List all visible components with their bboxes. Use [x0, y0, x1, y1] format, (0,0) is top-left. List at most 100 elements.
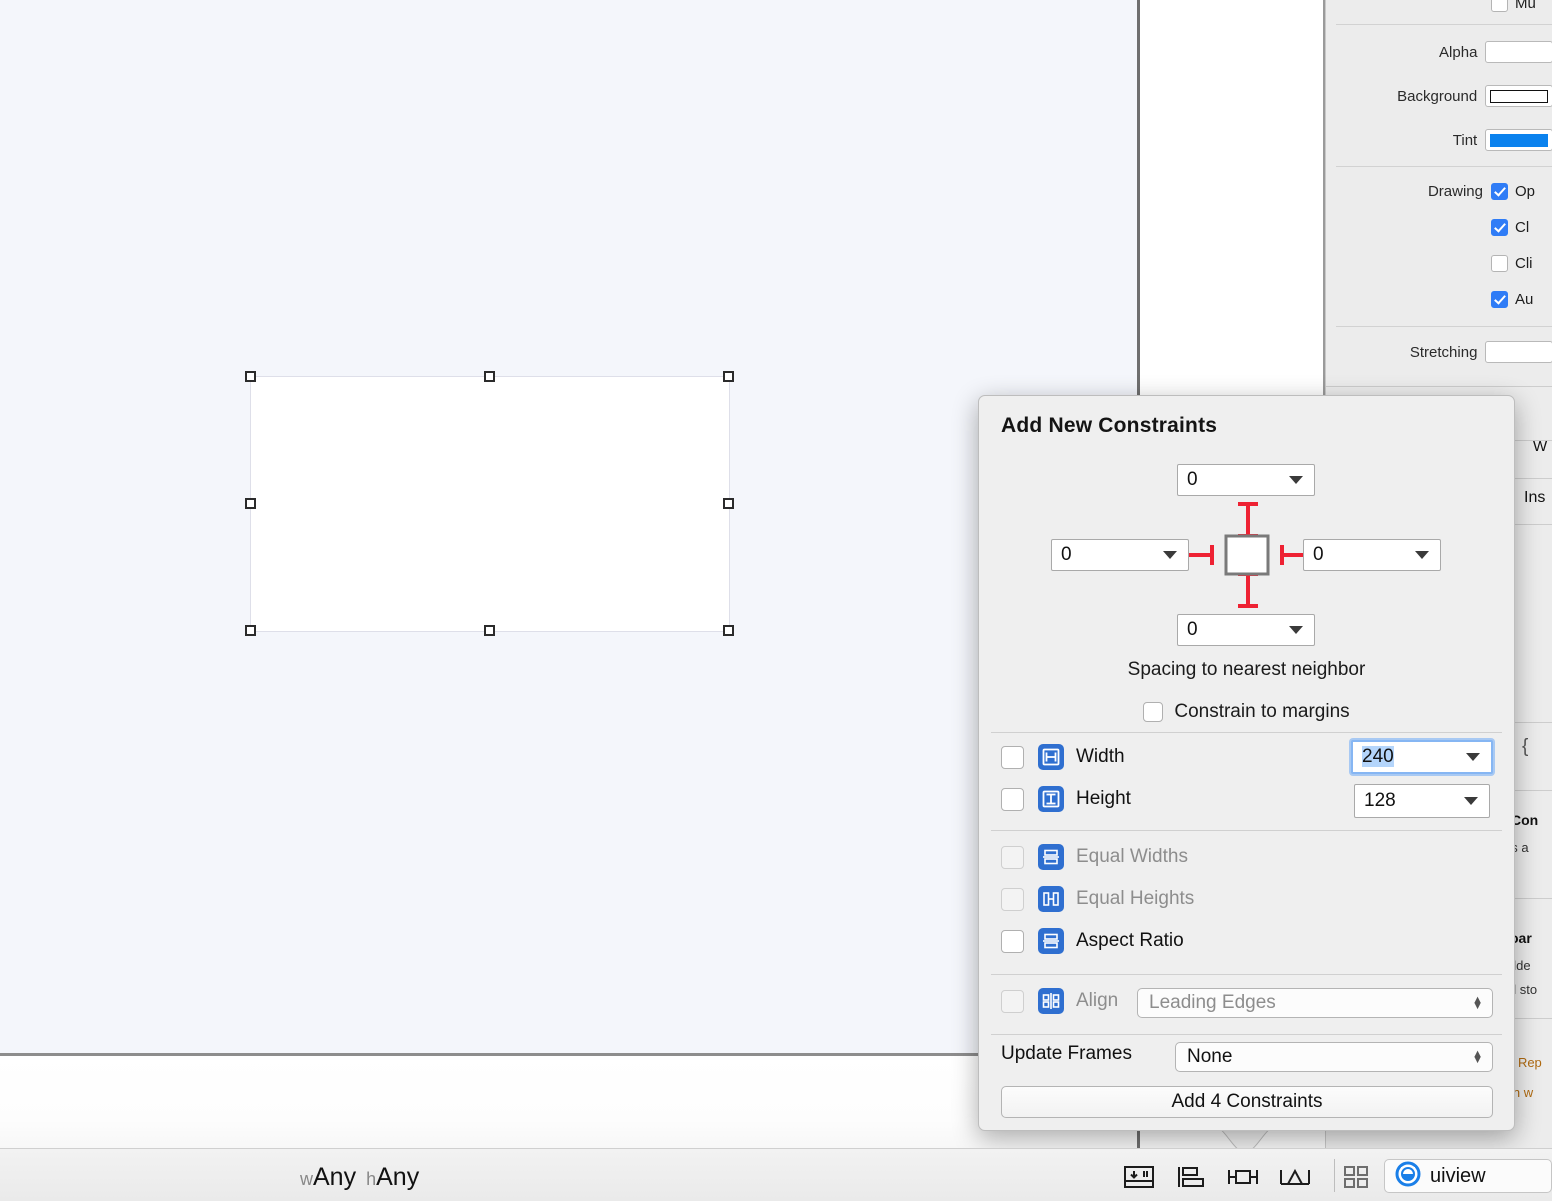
inspector-cut-label-opaque: Op	[1515, 183, 1536, 200]
constrain-to-margins-row[interactable]: Constrain to margins	[979, 701, 1514, 723]
checkbox-clears-graphics-context[interactable]	[1491, 219, 1508, 236]
selected-view-uiview[interactable]	[251, 377, 729, 631]
resize-handle-top-left[interactable]	[245, 371, 256, 382]
chevron-down-icon-bottom[interactable]	[1289, 626, 1303, 634]
update-frames-select[interactable]: None ▲ ▼	[1175, 1042, 1493, 1072]
popover-divider-1	[991, 732, 1502, 733]
inspector-row-drawing-opaque[interactable]: Drawing Op	[1326, 183, 1552, 200]
spacing-top-stepper[interactable]: 0	[1177, 464, 1315, 496]
spacing-trailing-stepper[interactable]: 0	[1303, 539, 1441, 571]
option-row-equal-heights[interactable]: Equal Heights	[1001, 886, 1194, 912]
uiview-object-icon	[1395, 1161, 1421, 1192]
resize-handle-top-center[interactable]	[484, 371, 495, 382]
checkbox-autoresize-subviews[interactable]	[1491, 291, 1508, 308]
inspector-divider-3	[1336, 326, 1552, 327]
checkbox-width-constraint[interactable]	[1001, 745, 1024, 769]
size-class-w-value: Any	[313, 1163, 357, 1191]
inspector-row-drawing-clip-subviews[interactable]: Cli	[1326, 255, 1552, 272]
chevron-down-icon-leading[interactable]	[1163, 551, 1177, 559]
aspect-ratio-icon	[1038, 928, 1064, 954]
inspector-label-background: Background	[1397, 87, 1478, 105]
add-constraints-button[interactable]: Add 4 Constraints	[1001, 1086, 1493, 1118]
chevron-updown-icon-update-frames[interactable]: ▲ ▼	[1472, 1049, 1483, 1066]
checkbox-equal-heights[interactable]	[1001, 887, 1024, 911]
spacing-top-value: 0	[1187, 469, 1198, 490]
equal-widths-icon	[1038, 844, 1064, 870]
editor-layout-icon[interactable]	[1342, 1164, 1376, 1192]
inspector-row-alpha[interactable]: Alpha	[1326, 41, 1552, 63]
inspector-row-drawing-autoresize[interactable]: Au	[1326, 291, 1552, 308]
canvas-area[interactable]	[0, 0, 1137, 1053]
resolve-auto-layout-issues-icon[interactable]	[1278, 1163, 1312, 1191]
spacing-caption: Spacing to nearest neighbor	[1127, 659, 1366, 680]
resize-handle-bottom-center[interactable]	[484, 625, 495, 636]
jump-bar-label: uiview	[1430, 1164, 1486, 1187]
spacing-bottom-value: 0	[1187, 619, 1198, 640]
chevron-down-icon-trailing[interactable]	[1415, 551, 1429, 559]
constraint-target-square	[1224, 534, 1270, 576]
inspector-cut-label-autoresize: Au	[1515, 291, 1534, 308]
checkbox-align[interactable]	[1001, 989, 1024, 1013]
checkbox-multiple-touch[interactable]	[1491, 0, 1508, 12]
spacing-bottom-stepper[interactable]: 0	[1177, 614, 1315, 646]
checkbox-opaque[interactable]	[1491, 183, 1508, 200]
inspector-label-stretching: Stretching	[1409, 343, 1478, 361]
resize-handle-middle-right[interactable]	[723, 498, 734, 509]
align-type-select[interactable]: Leading Edges ▲ ▼	[1137, 988, 1493, 1018]
option-label-height: Height	[1076, 788, 1131, 809]
inspector-row-stretching[interactable]: Stretching	[1326, 341, 1552, 363]
popover-divider-2	[991, 830, 1502, 831]
option-label-align: Align	[1076, 990, 1119, 1011]
checkbox-height-constraint[interactable]	[1001, 787, 1024, 811]
chevron-updown-icon-align[interactable]: ▲ ▼	[1472, 995, 1483, 1012]
resize-handle-bottom-right[interactable]	[723, 625, 734, 636]
stretching-field[interactable]	[1485, 341, 1552, 363]
bottom-toolbar: w Any h Any uiview	[0, 1148, 1552, 1201]
popover-divider-3	[991, 974, 1502, 975]
height-value: 128	[1364, 790, 1396, 811]
height-value-field[interactable]: 128	[1354, 784, 1490, 818]
tint-color-well[interactable]	[1485, 129, 1552, 151]
tint-color-swatch	[1490, 133, 1548, 147]
inspector-row-drawing-clears-context[interactable]: Cl	[1326, 219, 1552, 236]
width-value-field[interactable]: 240	[1351, 740, 1493, 774]
inspector-row-background[interactable]: Background	[1326, 85, 1552, 107]
checkbox-constrain-to-margins[interactable]	[1143, 702, 1164, 722]
add-new-constraints-popover[interactable]: Add New Constraints 0 0 0 0 Spacing to n…	[978, 395, 1515, 1131]
checkbox-equal-widths[interactable]	[1001, 845, 1024, 869]
option-row-align[interactable]: Align	[1001, 988, 1118, 1014]
inspector-cut-label-clip: Cli	[1515, 255, 1533, 272]
popover-divider-4	[991, 1034, 1502, 1035]
background-color-well[interactable]	[1485, 85, 1552, 107]
constraint-spacing-diagram[interactable]	[1172, 500, 1322, 610]
align-icon[interactable]	[1174, 1163, 1208, 1191]
inspector-label-alpha: Alpha	[1439, 43, 1478, 61]
option-row-aspect-ratio[interactable]: Aspect Ratio	[1001, 928, 1184, 954]
checkbox-aspect-ratio[interactable]	[1001, 929, 1024, 953]
size-class-indicator[interactable]: w Any h Any	[300, 1163, 419, 1192]
size-class-w-prefix: w	[300, 1169, 313, 1189]
height-constraint-icon	[1038, 786, 1064, 812]
resize-handle-middle-left[interactable]	[245, 498, 256, 509]
option-label-equal-widths: Equal Widths	[1076, 846, 1188, 867]
option-row-width[interactable]: Width	[1001, 744, 1125, 770]
pin-icon[interactable]	[1226, 1163, 1260, 1191]
resize-handle-top-right[interactable]	[723, 371, 734, 382]
update-frames-icon[interactable]	[1122, 1163, 1156, 1191]
align-constraint-icon	[1038, 988, 1064, 1014]
update-frames-label: Update Frames	[1001, 1043, 1132, 1064]
spacing-leading-stepper[interactable]: 0	[1051, 539, 1189, 571]
inspector-cut-label-clears: Cl	[1515, 219, 1530, 236]
jump-bar-selected-object[interactable]: uiview	[1384, 1159, 1552, 1193]
alpha-field[interactable]	[1485, 41, 1552, 63]
checkbox-clip-subviews[interactable]	[1491, 255, 1508, 272]
option-row-equal-widths[interactable]: Equal Widths	[1001, 844, 1188, 870]
resize-handle-bottom-left[interactable]	[245, 625, 256, 636]
size-class-h-prefix: h	[366, 1169, 377, 1189]
chevron-down-icon-height[interactable]	[1464, 797, 1478, 805]
inspector-row-multiple[interactable]: Mu	[1326, 0, 1552, 12]
chevron-down-icon-top[interactable]	[1289, 476, 1303, 484]
inspector-row-tint[interactable]: Tint	[1326, 129, 1552, 151]
chevron-down-icon-width[interactable]	[1466, 753, 1480, 761]
option-row-height[interactable]: Height	[1001, 786, 1131, 812]
